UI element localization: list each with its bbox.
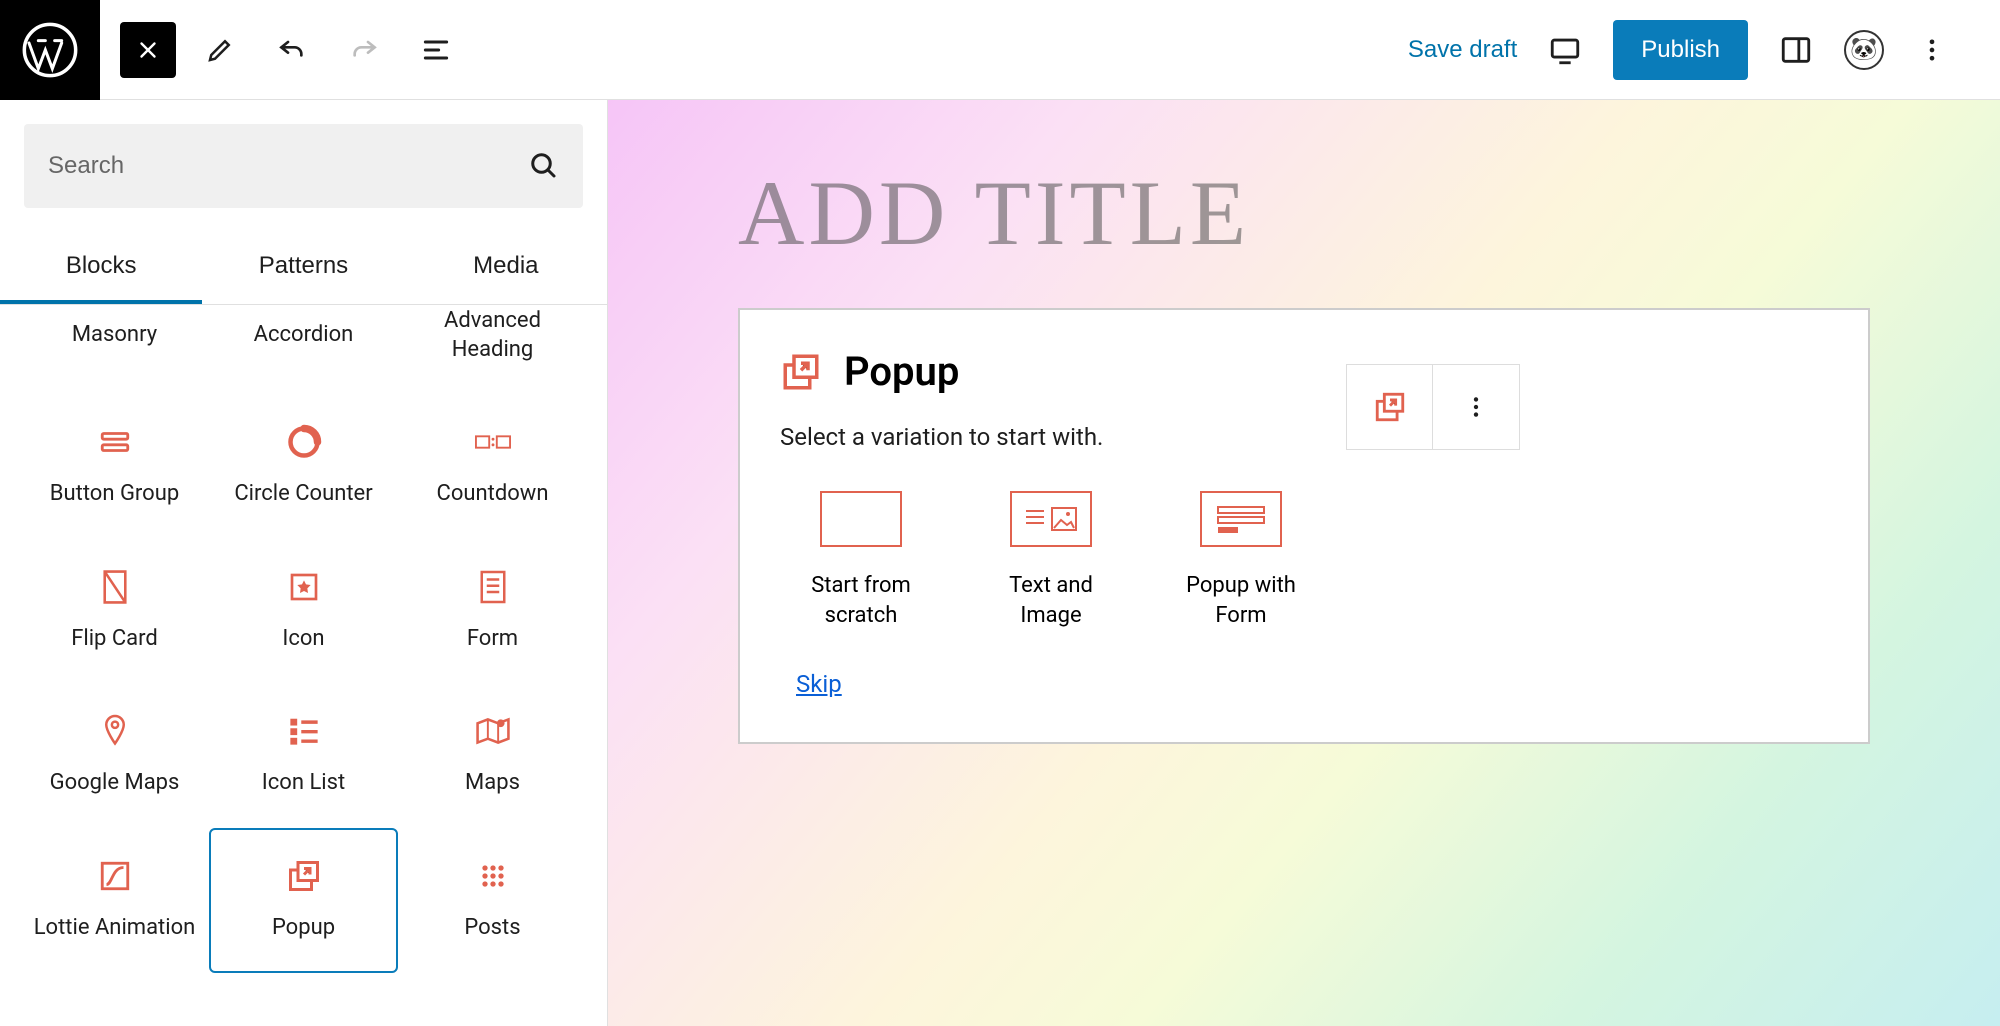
search-input[interactable] [48,152,529,180]
skip-link[interactable]: Skip [780,670,842,698]
editor-main: Blocks Patterns Media Masonry Accordion … [0,100,2000,1026]
variation-start-from-scratch[interactable]: Start from scratch [796,491,926,630]
block-more-button[interactable] [1433,365,1519,449]
form-variation-icon [1200,491,1282,547]
block-masonry[interactable]: Masonry [20,305,209,394]
block-type-button[interactable] [1347,365,1433,449]
save-draft-button[interactable]: Save draft [1408,36,1517,64]
popup-block-placeholder: Popup Select a variation to start with. … [738,308,1870,744]
edit-tool-button[interactable] [192,22,248,78]
block-maps[interactable]: Maps [398,683,587,828]
tab-media[interactable]: Media [405,232,607,304]
variation-popup-with-form[interactable]: Popup with Form [1176,491,1306,630]
icon-list-icon [286,713,322,749]
wordpress-logo[interactable] [0,0,100,100]
preview-button[interactable] [1537,22,1593,78]
post-title-placeholder[interactable]: ADD TITLE [738,160,1870,266]
block-popup[interactable]: Popup [209,828,398,973]
block-accordion[interactable]: Accordion [209,305,398,394]
variation-text-and-image[interactable]: Text and Image [986,491,1116,630]
popup-icon [780,351,822,393]
block-icon-list[interactable]: Icon List [209,683,398,828]
search-icon [529,151,559,181]
text-image-variation-icon [1010,491,1092,547]
block-inserter-panel: Blocks Patterns Media Masonry Accordion … [0,100,608,1026]
block-posts[interactable]: Posts [398,828,587,973]
block-circle-counter[interactable]: Circle Counter [209,394,398,539]
popup-icon [1373,390,1407,424]
flip-card-icon [97,569,133,605]
user-avatar[interactable]: 🐼 [1844,30,1884,70]
block-lottie-animation[interactable]: Lottie Animation [20,828,209,973]
countdown-icon [475,424,511,460]
popup-variations: Start from scratch Text and Image Popup … [780,491,1828,630]
block-google-maps[interactable]: Google Maps [20,683,209,828]
icon-block-icon [286,569,322,605]
block-toolbar [1346,364,1520,450]
editor-topbar: Save draft Publish 🐼 [0,0,2000,100]
undo-button[interactable] [264,22,320,78]
document-outline-button[interactable] [408,22,464,78]
maps-icon [475,713,511,749]
search-box [24,124,583,208]
circle-counter-icon [286,424,322,460]
popup-icon [286,858,322,894]
inserter-tabs: Blocks Patterns Media [0,232,607,305]
topbar-right-tools: Save draft Publish 🐼 [1408,20,2000,80]
block-countdown[interactable]: Countdown [398,394,587,539]
block-button-group[interactable]: Button Group [20,394,209,539]
posts-icon [475,858,511,894]
publish-button[interactable]: Publish [1613,20,1748,80]
tab-patterns[interactable]: Patterns [202,232,404,304]
popup-block-subtitle: Select a variation to start with. [780,423,1828,451]
google-maps-icon [97,713,133,749]
block-form[interactable]: Form [398,539,587,684]
lottie-icon [97,858,133,894]
block-flip-card[interactable]: Flip Card [20,539,209,684]
popup-block-title: Popup [844,348,959,395]
block-icon[interactable]: Icon [209,539,398,684]
blocks-grid: Masonry Accordion Advanced Heading Butto… [0,305,607,1026]
scratch-variation-icon [820,491,902,547]
topbar-left-tools [100,22,464,78]
form-icon [475,569,511,605]
editor-canvas[interactable]: ADD TITLE Popup Select a variation to st… [608,100,2000,1026]
button-group-icon [97,424,133,460]
redo-button[interactable] [336,22,392,78]
settings-sidebar-button[interactable] [1768,22,1824,78]
tab-blocks[interactable]: Blocks [0,232,202,304]
block-advanced-heading[interactable]: Advanced Heading [398,305,587,394]
more-options-button[interactable] [1904,22,1960,78]
close-inserter-button[interactable] [120,22,176,78]
